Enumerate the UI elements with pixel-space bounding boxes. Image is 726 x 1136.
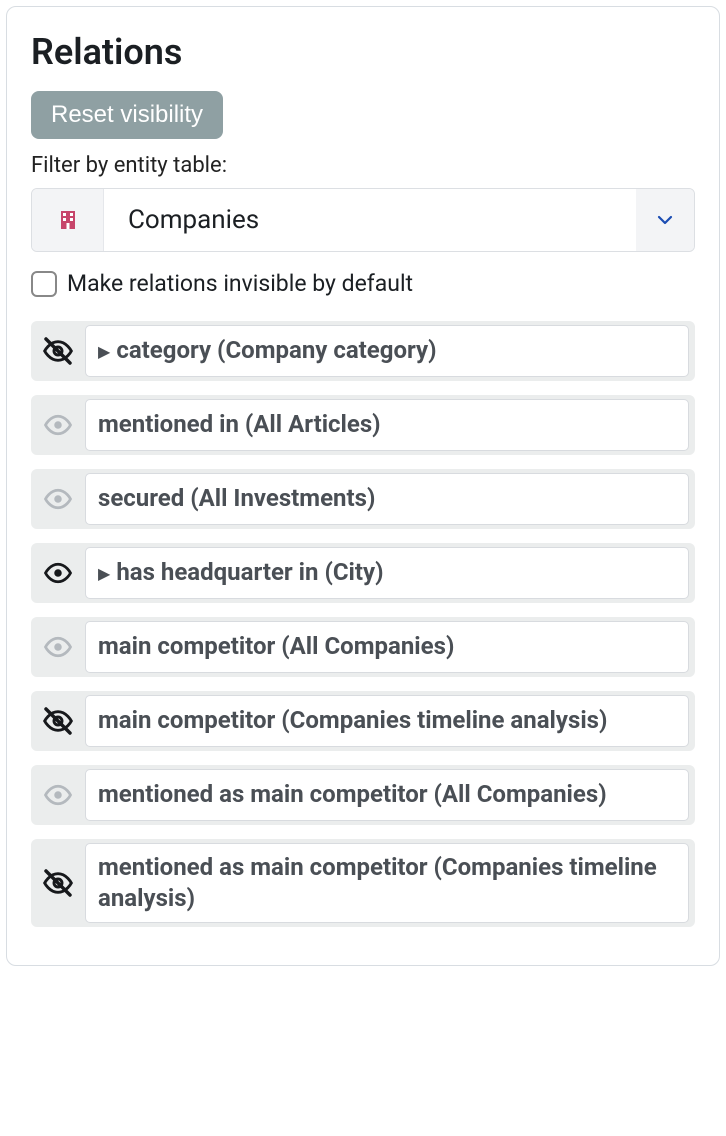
caret-right-icon: ▶ [98,342,110,361]
eye-icon[interactable] [31,395,85,455]
eye-icon[interactable] [31,543,85,603]
relation-item: main competitor (Companies timeline anal… [31,691,695,751]
eye-icon[interactable] [31,617,85,677]
relation-item: ▶ has headquarter in (City) [31,543,695,603]
relation-item: secured (All Investments) [31,469,695,529]
relation-label: main competitor (All Companies) [98,631,454,662]
relations-list: ▶ category (Company category) mentioned in… [31,321,695,927]
reset-visibility-button[interactable]: Reset visibility [31,91,223,139]
relation-label: secured (All Investments) [98,483,375,514]
relation-label: category (Company category) [116,335,436,366]
relation-body[interactable]: main competitor (All Companies) [85,621,689,673]
relation-label: main competitor (Companies timeline anal… [98,705,607,736]
eye-slash-icon[interactable] [31,691,85,751]
relation-body[interactable]: mentioned in (All Articles) [85,399,689,451]
relation-body[interactable]: mentioned as main competitor (Companies … [85,843,689,923]
building-icon [32,189,104,251]
eye-slash-icon[interactable] [31,839,85,927]
eye-icon[interactable] [31,469,85,529]
dropdown-selected: Companies [104,189,636,251]
relations-panel: Relations Reset visibility Filter by ent… [6,6,720,966]
relation-item: main competitor (All Companies) [31,617,695,677]
relation-item: mentioned as main competitor (Companies … [31,839,695,927]
invisible-default-row: Make relations invisible by default [31,270,695,297]
relation-body[interactable]: secured (All Investments) [85,473,689,525]
relation-body[interactable]: mentioned as main competitor (All Compan… [85,769,689,821]
invisible-default-label: Make relations invisible by default [67,270,413,297]
relation-item: mentioned as main competitor (All Compan… [31,765,695,825]
chevron-down-icon[interactable] [636,189,694,251]
relation-item: ▶ category (Company category) [31,321,695,381]
relation-item: mentioned in (All Articles) [31,395,695,455]
relation-label: mentioned as main competitor (Companies … [98,852,676,914]
relation-label: has headquarter in (City) [116,557,383,588]
relation-label: mentioned as main competitor (All Compan… [98,779,607,810]
panel-title: Relations [31,31,695,73]
entity-table-dropdown[interactable]: Companies [31,188,695,252]
relation-label: mentioned in (All Articles) [98,409,381,440]
filter-label: Filter by entity table: [31,153,695,178]
eye-icon[interactable] [31,765,85,825]
relation-body[interactable]: ▶ has headquarter in (City) [85,547,689,599]
eye-slash-icon[interactable] [31,321,85,381]
relation-body[interactable]: main competitor (Companies timeline anal… [85,695,689,747]
caret-right-icon: ▶ [98,564,110,583]
relation-body[interactable]: ▶ category (Company category) [85,325,689,377]
invisible-default-checkbox[interactable] [31,271,57,297]
